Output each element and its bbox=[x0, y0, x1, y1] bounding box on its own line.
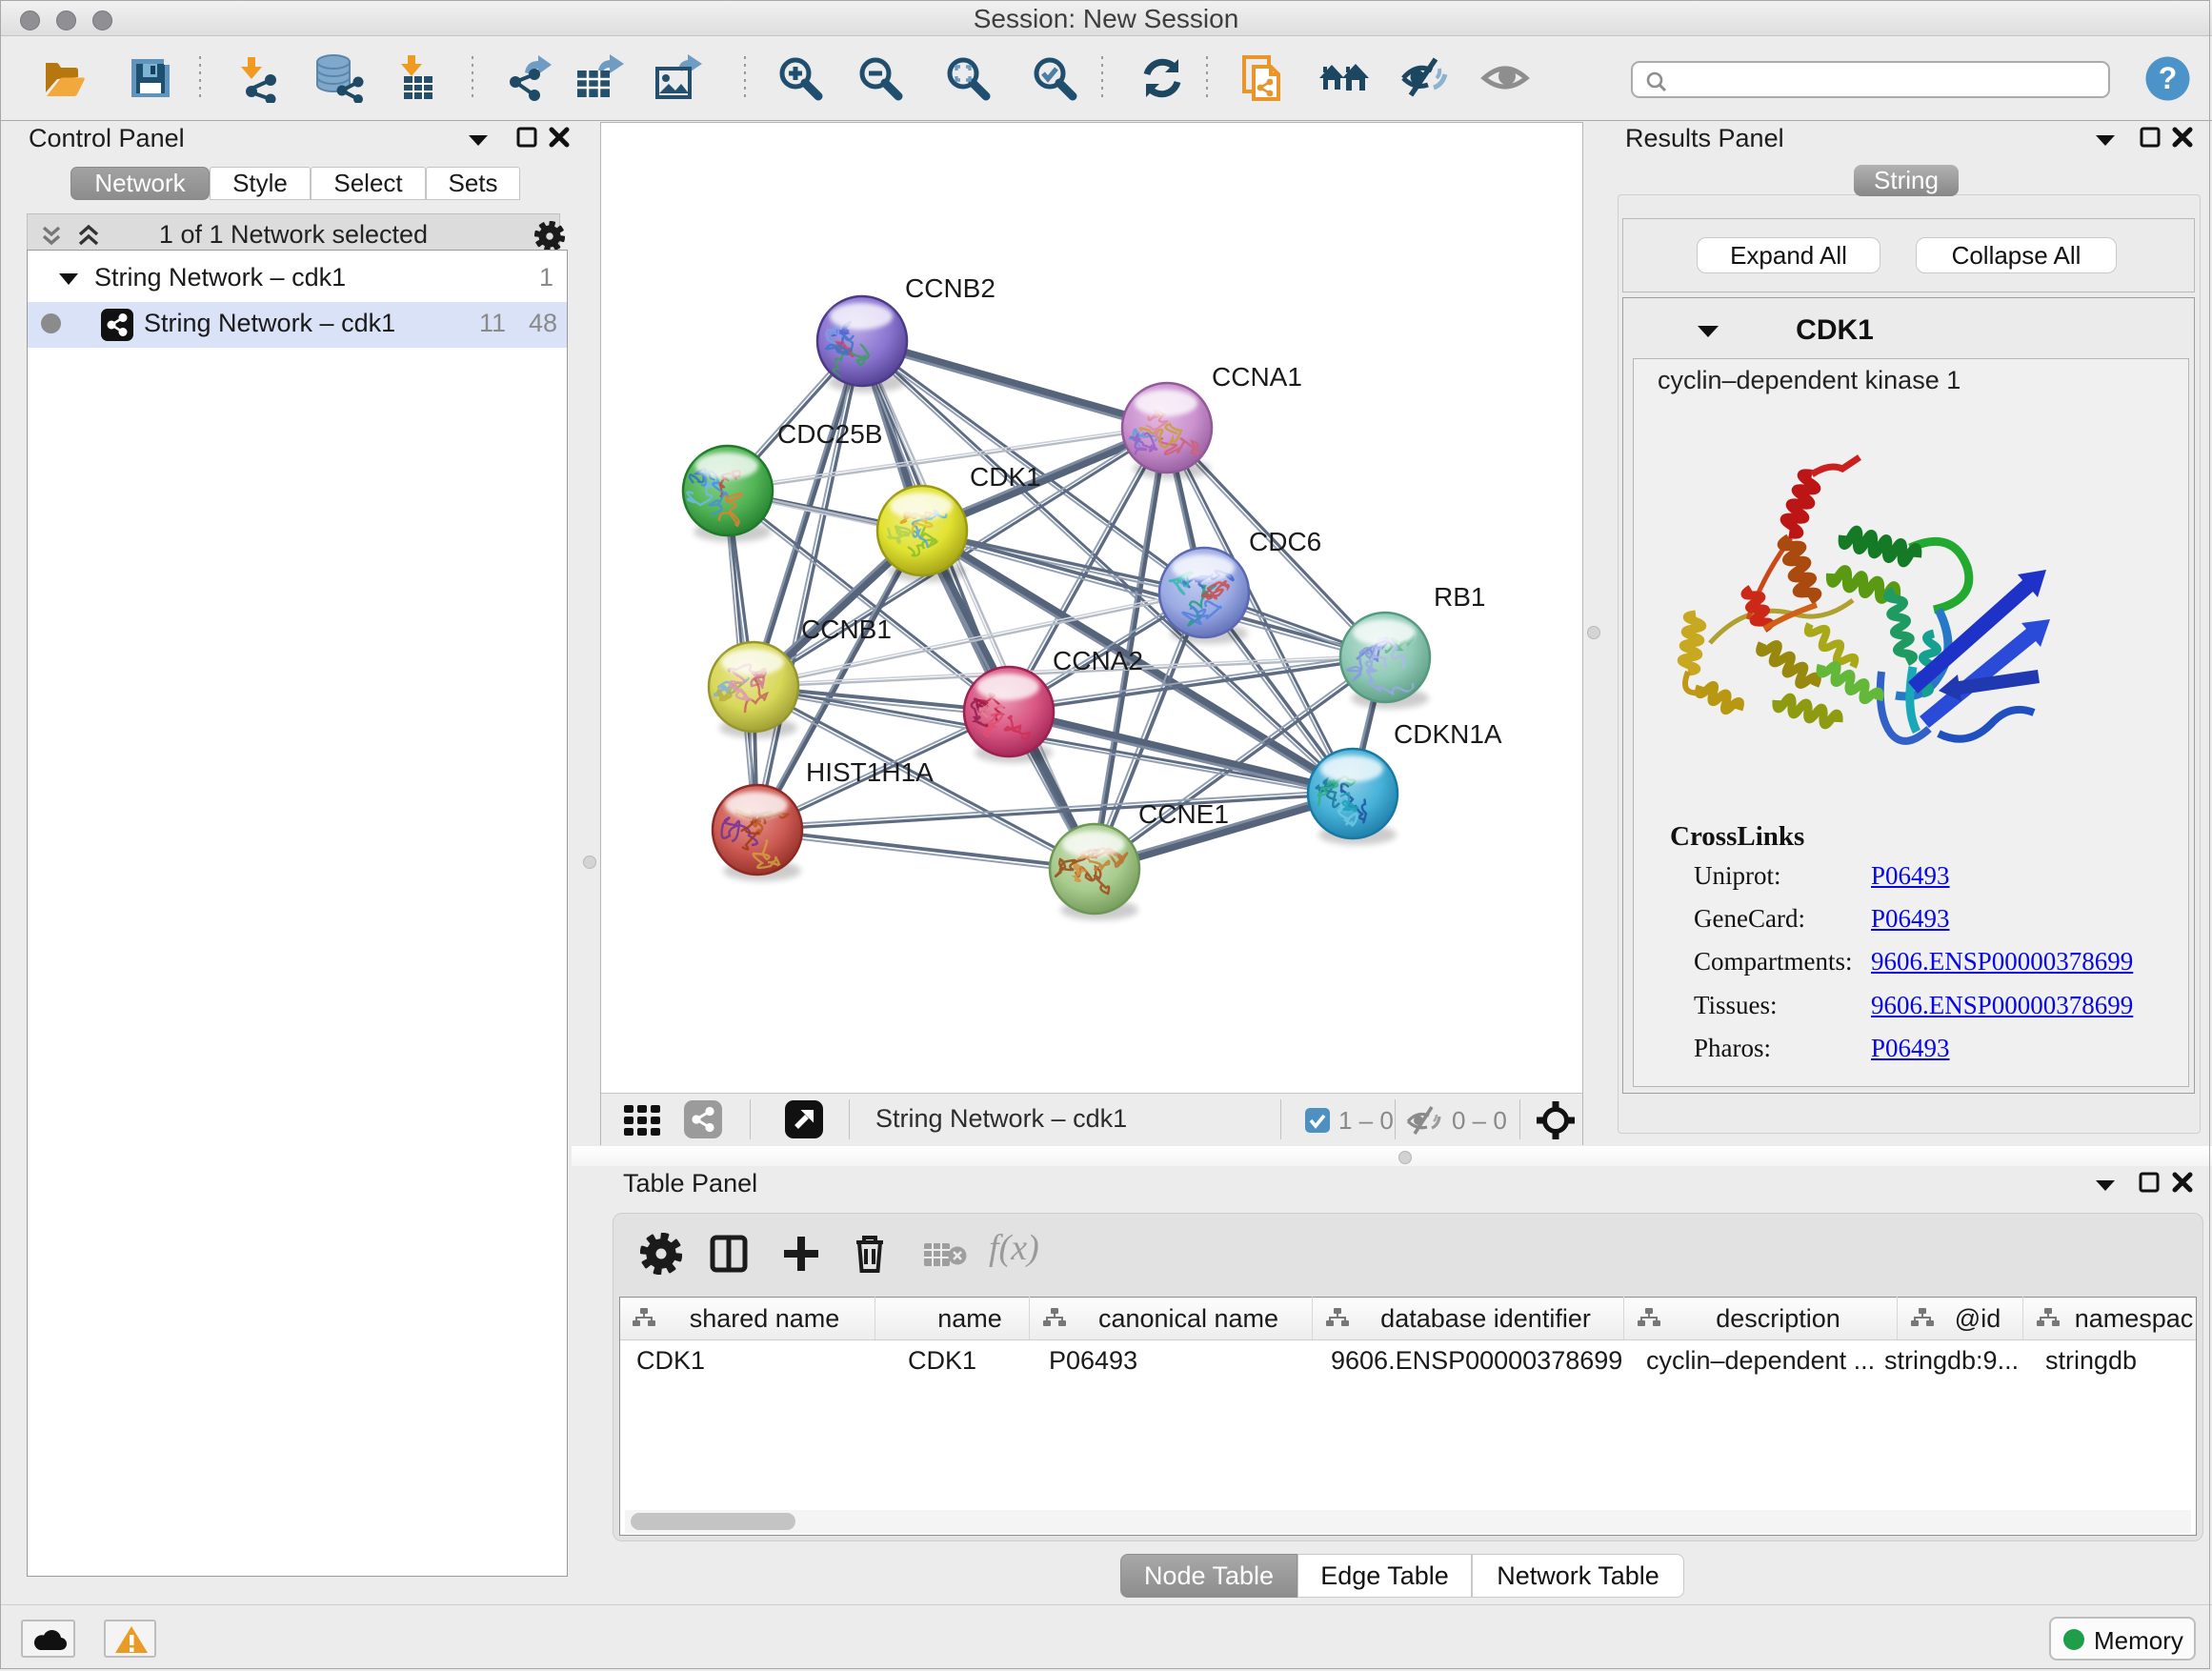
svg-text:CCNB2: CCNB2 bbox=[905, 273, 995, 303]
svg-text:CCNB1: CCNB1 bbox=[801, 614, 892, 644]
svg-text:CCNA2: CCNA2 bbox=[1053, 646, 1143, 675]
svg-text:CDK1: CDK1 bbox=[970, 462, 1041, 492]
svg-text:CCNA1: CCNA1 bbox=[1212, 362, 1302, 392]
svg-text:CDC6: CDC6 bbox=[1249, 527, 1321, 556]
svg-text:CCNE1: CCNE1 bbox=[1138, 799, 1229, 829]
svg-text:HIST1H1A: HIST1H1A bbox=[806, 757, 934, 787]
svg-text:RB1: RB1 bbox=[1434, 582, 1485, 612]
svg-text:CDC25B: CDC25B bbox=[777, 419, 882, 449]
svg-text:CDKN1A: CDKN1A bbox=[1394, 719, 1502, 749]
svg-text:?: ? bbox=[2159, 61, 2178, 95]
